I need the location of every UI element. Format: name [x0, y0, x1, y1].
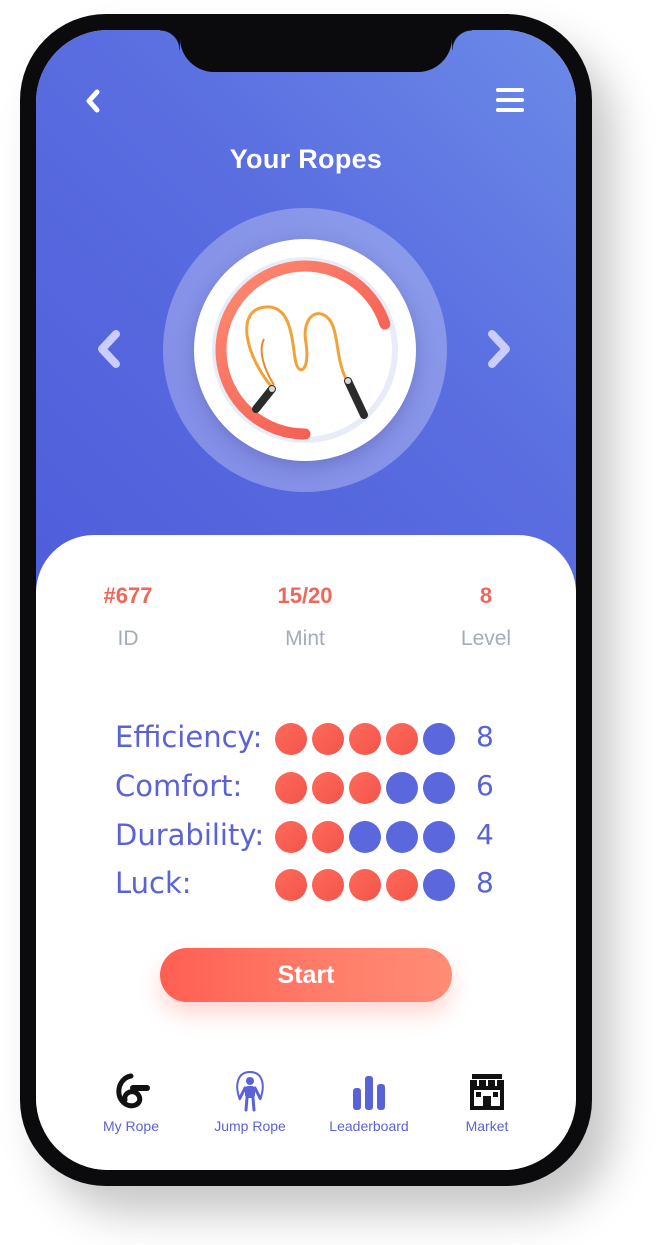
- stat-row-durability: Durability: 4: [36, 816, 576, 856]
- rope-id: #677 ID: [58, 583, 198, 651]
- rope-progress-gauge: [212, 257, 398, 443]
- rating-dot-filled: [275, 723, 307, 755]
- stat-value: 8: [476, 720, 494, 753]
- jumping-person-icon: [236, 1070, 264, 1112]
- back-button[interactable]: [78, 86, 108, 116]
- bar-chart-icon: [353, 1076, 385, 1110]
- rating-dot-empty: [349, 821, 381, 853]
- stat-label: Comfort:: [115, 769, 243, 803]
- rating-dot-filled: [312, 723, 344, 755]
- rope-id-value: #677: [103, 583, 153, 608]
- phone-notch: [160, 30, 472, 72]
- phone-frame: Your Ropes #677 ID 15/20 Mint 8 Level Ef…: [20, 14, 592, 1186]
- rating-dot-filled: [312, 869, 344, 901]
- rating-dot-filled: [349, 869, 381, 901]
- rope-level-value: 8: [479, 583, 493, 608]
- menu-button[interactable]: [496, 88, 526, 114]
- rating-dot-filled: [312, 772, 344, 804]
- jump-rope-image: [245, 305, 368, 419]
- nav-label: Leaderboard: [329, 1118, 409, 1134]
- rope-level-label: Level: [460, 627, 512, 650]
- rating-dot-filled: [349, 723, 381, 755]
- rating-dot-empty: [423, 821, 455, 853]
- stat-value: 4: [476, 818, 494, 851]
- chevron-left-icon: [98, 330, 120, 368]
- storefront-icon: [470, 1074, 504, 1110]
- nav-label: Market: [465, 1118, 509, 1134]
- rating-dot-empty: [386, 772, 418, 804]
- rating-dot-filled: [275, 869, 307, 901]
- rating-dot-empty: [423, 772, 455, 804]
- rating-dot-filled: [386, 869, 418, 901]
- stat-row-comfort: Comfort: 6: [36, 767, 576, 807]
- rating-dot-filled: [349, 772, 381, 804]
- stat-value: 8: [476, 866, 494, 899]
- stat-label: Luck:: [115, 866, 192, 900]
- rating-dot-empty: [386, 821, 418, 853]
- nav-market[interactable]: Market: [432, 1070, 542, 1134]
- rope-mint-value: 15/20: [277, 583, 333, 608]
- rating-dot-filled: [386, 723, 418, 755]
- hamburger-menu-icon: [496, 88, 524, 92]
- rope-level: 8 Level: [416, 583, 556, 651]
- stat-row-efficiency: Efficiency: 8: [36, 718, 576, 758]
- rope-id-label: ID: [117, 627, 139, 650]
- previous-rope-button[interactable]: [92, 328, 126, 370]
- stat-row-luck: Luck: 8: [36, 864, 576, 904]
- page-title: Your Ropes: [229, 144, 383, 174]
- stat-value: 6: [476, 769, 494, 802]
- rating-dot-empty: [423, 869, 455, 901]
- chevron-right-icon: [488, 330, 510, 368]
- rating-dot-filled: [312, 821, 344, 853]
- nav-label: My Rope: [102, 1118, 160, 1134]
- app-screen: Your Ropes #677 ID 15/20 Mint 8 Level Ef…: [36, 30, 576, 1170]
- nav-leaderboard[interactable]: Leaderboard: [314, 1070, 424, 1134]
- nav-jump-rope[interactable]: Jump Rope: [195, 1070, 305, 1134]
- stat-label: Efficiency:: [115, 720, 263, 754]
- rope-icon: [116, 1073, 150, 1109]
- rating-dot-filled: [275, 772, 307, 804]
- start-button[interactable]: Start: [160, 948, 452, 1002]
- rating-dot-empty: [423, 723, 455, 755]
- nav-label: Jump Rope: [214, 1118, 286, 1134]
- next-rope-button[interactable]: [482, 328, 516, 370]
- chevron-left-icon: [86, 89, 100, 113]
- nav-my-rope[interactable]: My Rope: [76, 1070, 186, 1134]
- rope-mint-label: Mint: [285, 627, 325, 650]
- rope-mint: 15/20 Mint: [235, 583, 375, 651]
- stat-label: Durability:: [115, 818, 265, 852]
- rating-dot-filled: [275, 821, 307, 853]
